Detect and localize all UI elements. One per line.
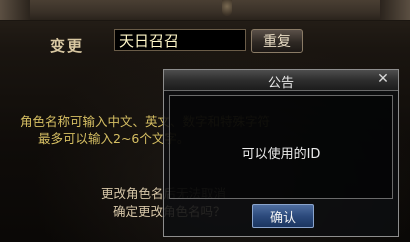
- top-banner: [0, 0, 410, 21]
- message-box: 可以使用的ID: [169, 95, 393, 199]
- change-label: 变更: [50, 37, 85, 55]
- dialog-titlebar[interactable]: 公告 ✕: [164, 70, 398, 91]
- notice-dialog: 公告 ✕ 可以使用的ID 确认: [163, 69, 399, 237]
- close-icon[interactable]: ✕: [376, 71, 390, 87]
- confirm-button[interactable]: 确认: [252, 204, 314, 228]
- character-name-input[interactable]: [114, 29, 246, 51]
- banner-ornament-icon: [222, 0, 232, 16]
- dialog-title: 公告: [267, 76, 294, 91]
- game-screen: 变更 重复 角色名称可输入中文、英文、数字和特殊字符 最多可以输入2~6个文字。…: [0, 0, 410, 242]
- banner-edge-left: [0, 0, 30, 20]
- reset-button[interactable]: 重复: [251, 29, 303, 53]
- banner-edge-right: [380, 0, 410, 20]
- dialog-message: 可以使用的ID: [241, 147, 321, 162]
